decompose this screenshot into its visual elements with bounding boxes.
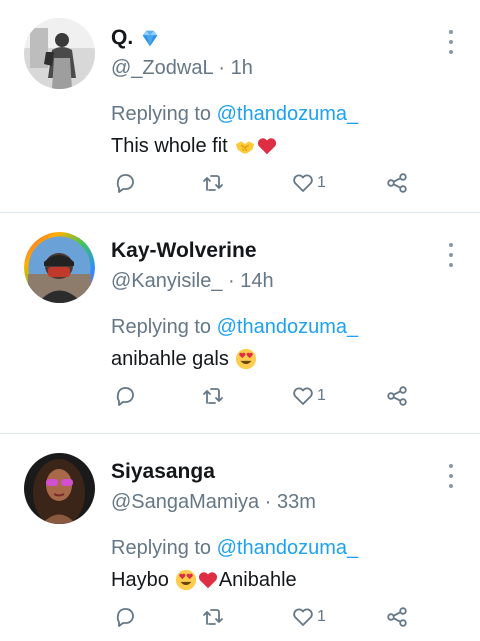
tweet-text: Haybo Anibahle [111,566,440,594]
tweet-text: This whole fit [111,132,440,160]
handshake-emoji [234,135,256,157]
replying-to: Replying to @thandozuma_ [111,536,440,560]
more-options-icon[interactable] [446,243,456,267]
replying-label: Replying to [111,103,212,125]
tweet-meta: @SangaMamiya · 33m [111,490,440,514]
tweet-body: Siyasanga @SangaMamiya · 33m Replying to… [111,460,440,594]
replying-to: Replying to @thandozuma_ [111,102,440,126]
timestamp[interactable]: 14h [240,270,273,292]
tweet-text-suffix: Anibahle [218,569,297,591]
tweet-actions: 1 [111,604,411,630]
reply-icon [116,174,134,193]
tweet-meta: @_ZodwaL · 1h [111,56,440,80]
timestamp[interactable]: 1h [231,57,253,79]
tweet-text-content: anibahle gals [111,348,229,370]
share-button[interactable] [385,383,409,409]
handle[interactable]: @Kanyisile_ [111,270,222,292]
retweet-button[interactable] [201,170,225,196]
retweet-button[interactable] [201,383,225,409]
tweet-actions: 1 [111,170,411,196]
share-icon [387,173,407,193]
retweet-icon [203,388,223,404]
display-name[interactable]: Kay-Wolverine [111,239,257,263]
more-options-icon[interactable] [446,464,456,488]
tweet-body: Kay-Wolverine @Kanyisile_ · 14h Replying… [111,239,440,373]
replying-label: Replying to [111,537,212,559]
reply-icon [116,387,134,406]
retweet-icon [203,609,223,625]
retweet-icon [203,175,223,191]
reply-tweet[interactable]: Kay-Wolverine @Kanyisile_ · 14h Replying… [0,213,480,434]
replying-label: Replying to [111,316,212,338]
replies-feed: Q. @_ZodwaL · 1h Replying to @thandozuma… [0,0,480,641]
like-count: 1 [317,387,326,404]
like-count: 1 [317,608,326,625]
heart-icon [293,387,313,405]
separator: · [264,491,272,513]
share-button[interactable] [385,170,409,196]
reply-tweet[interactable]: Siyasanga @SangaMamiya · 33m Replying to… [0,434,480,641]
tweet-actions: 1 [111,383,411,409]
heart-eyes-emoji [175,569,197,591]
like-button[interactable]: 1 [291,604,326,630]
reply-tweet[interactable]: Q. @_ZodwaL · 1h Replying to @thandozuma… [0,0,480,213]
timestamp[interactable]: 33m [277,491,316,513]
retweet-button[interactable] [201,604,225,630]
reply-button[interactable] [113,604,137,630]
share-icon [387,607,407,627]
display-name[interactable]: Q. [111,26,133,50]
reply-icon [116,608,134,627]
heart-icon [293,174,313,192]
share-button[interactable] [385,604,409,630]
tweet-body: Q. @_ZodwaL · 1h Replying to @thandozuma… [111,26,440,160]
reply-button[interactable] [113,170,137,196]
mention-link[interactable]: @thandozuma_ [217,537,359,559]
blue-diamond-icon [142,30,158,47]
more-options-icon[interactable] [446,30,456,54]
tweet-meta: @Kanyisile_ · 14h [111,269,440,293]
red-heart-emoji [256,135,278,157]
tweet-text: anibahle gals [111,345,440,373]
replying-to: Replying to @thandozuma_ [111,315,440,339]
mention-link[interactable]: @thandozuma_ [217,103,359,125]
avatar[interactable] [24,18,95,89]
like-button[interactable]: 1 [291,383,326,409]
mention-link[interactable]: @thandozuma_ [217,316,359,338]
separator: · [228,270,235,292]
like-button[interactable]: 1 [291,170,326,196]
tweet-text-content: Haybo [111,569,169,591]
red-heart-emoji [197,569,219,591]
reply-button[interactable] [113,383,137,409]
heart-eyes-emoji [235,348,257,370]
handle[interactable]: @_ZodwaL [111,57,213,79]
handle[interactable]: @SangaMamiya [111,491,259,513]
separator: · [218,57,226,79]
avatar[interactable] [24,232,95,303]
avatar[interactable] [24,453,95,524]
tweet-text-content: This whole fit [111,135,228,157]
heart-icon [293,608,313,626]
share-icon [387,386,407,406]
display-name[interactable]: Siyasanga [111,460,215,484]
like-count: 1 [317,174,326,191]
